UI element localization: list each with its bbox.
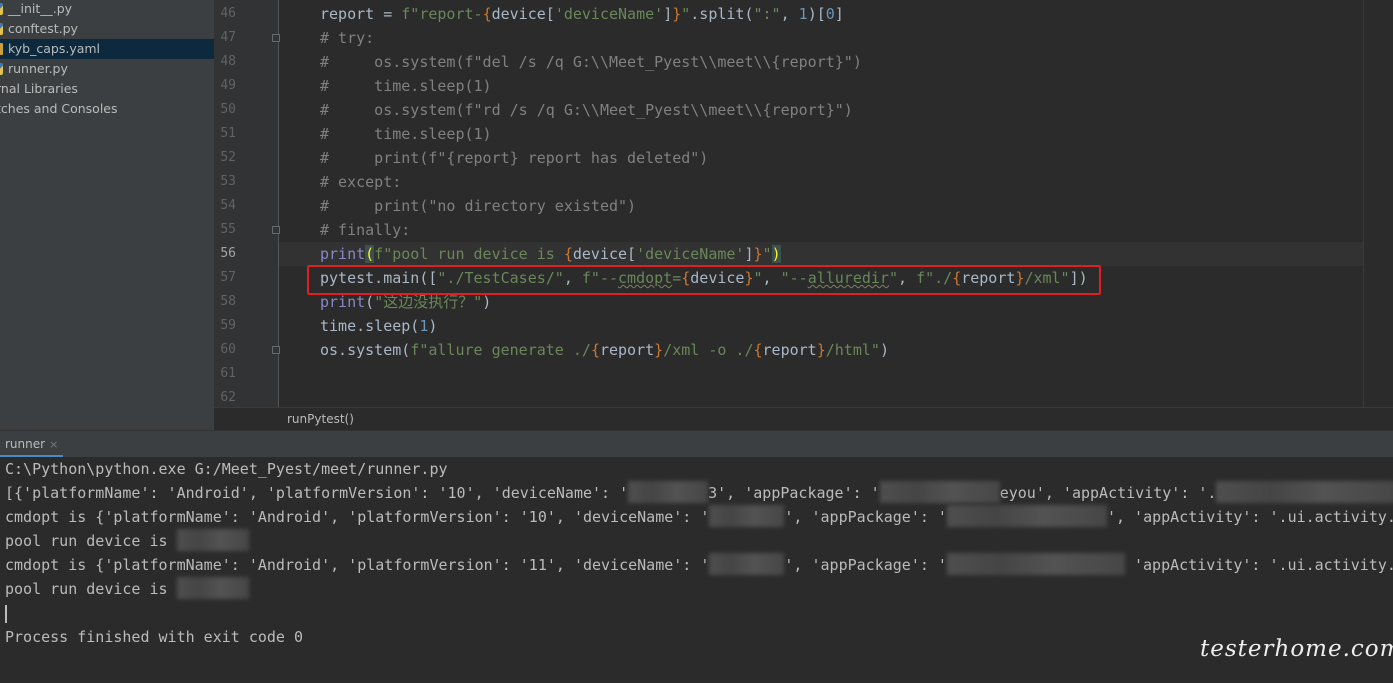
- tree-item-conftest[interactable]: conftest.py: [0, 19, 82, 39]
- code-editor[interactable]: report = f"report-{device['deviceName']}…: [279, 0, 1363, 407]
- close-icon[interactable]: ×: [49, 438, 58, 451]
- tree-item-init[interactable]: __init__.py: [0, 0, 76, 19]
- redacted-text: [946, 553, 1125, 575]
- line-number: 58: [220, 294, 236, 309]
- tree-item-kyb-caps[interactable]: kyb_caps.yaml: [0, 39, 214, 59]
- console-output-line: [{'platformName': 'Android', 'platformVe…: [5, 481, 1393, 505]
- code-line-53: # except:: [320, 173, 402, 191]
- console-exit-line: Process finished with exit code 0: [5, 628, 304, 646]
- line-number: 53: [220, 174, 236, 189]
- line-number: 55: [220, 222, 236, 237]
- run-console[interactable]: C:\Python\python.exe G:/Meet_Pyest/meet/…: [0, 457, 1393, 683]
- line-number: 51: [220, 126, 236, 141]
- python-file-icon: [0, 63, 3, 75]
- tab-label: runner: [5, 437, 46, 451]
- watermark: testerhome.com: [1200, 636, 1393, 662]
- code-line-50: # os.system(f"rd /s /q G:\\Meet_Pyest\\m…: [320, 101, 853, 119]
- project-tree-panel: __init__.py conftest.py kyb_caps.yaml ru…: [0, 0, 214, 430]
- tree-item-label: kyb_caps.yaml: [7, 41, 101, 56]
- tree-item-label: rnal Libraries: [0, 81, 78, 96]
- tree-item-label: tches and Consoles: [0, 101, 118, 116]
- redacted-text: [709, 553, 785, 575]
- line-number: 48: [220, 54, 236, 69]
- redacted-text: [176, 529, 249, 551]
- console-output-line: cmdopt is {'platformName': 'Android', 'p…: [5, 505, 1393, 529]
- code-line-56: print(f"pool run device is {device['devi…: [279, 242, 1363, 266]
- line-number-current: 56: [220, 246, 236, 261]
- code-line-60: os.system(f"allure generate ./{report}/x…: [320, 341, 889, 359]
- redacted-text: [709, 505, 785, 527]
- code-line-52: # print(f"{report} report has deleted"): [320, 149, 709, 167]
- console-output-line: pool run device is: [5, 529, 249, 553]
- redacted-text: [946, 505, 1107, 527]
- python-file-icon: [0, 23, 3, 35]
- code-line-46: report = f"report-{device['deviceName']}…: [320, 5, 844, 23]
- tree-item-label: conftest.py: [7, 21, 78, 36]
- line-number: 61: [220, 366, 236, 381]
- editor-scrollbar[interactable]: [1363, 0, 1393, 407]
- console-command-line: C:\Python\python.exe G:/Meet_Pyest/meet/…: [5, 460, 448, 478]
- tree-item-label: __init__.py: [7, 1, 73, 16]
- line-number: 54: [220, 198, 236, 213]
- code-line-55: # finally:: [320, 221, 411, 239]
- highlight-annotation-box: [307, 265, 1101, 295]
- yaml-file-icon: [0, 43, 3, 55]
- code-line-59: time.sleep(1): [320, 317, 438, 335]
- line-number: 52: [220, 150, 236, 165]
- line-number: 47: [220, 30, 236, 45]
- code-line-51: # time.sleep(1): [320, 125, 492, 143]
- code-line-54: # print("no directory existed"): [320, 197, 637, 215]
- tree-item-label: runner.py: [7, 61, 68, 76]
- line-number: 60: [220, 342, 236, 357]
- tree-item-scratches[interactable]: tches and Consoles: [0, 99, 122, 119]
- line-number: 49: [220, 78, 236, 93]
- breadcrumb-function[interactable]: runPytest(): [287, 408, 354, 431]
- python-file-icon: [0, 3, 3, 15]
- redacted-text: [879, 481, 1000, 503]
- tree-item-runner[interactable]: runner.py: [0, 59, 72, 79]
- editor-gutter[interactable]: 46 47 48 49 50 51 52 53 54 55 56 57 58 5…: [214, 0, 280, 407]
- text-caret: [5, 605, 7, 623]
- line-number: 57: [220, 270, 236, 285]
- console-output-line: cmdopt is {'platformName': 'Android', 'p…: [5, 553, 1393, 577]
- tab-runner[interactable]: runner ×: [0, 431, 64, 458]
- line-number: 46: [220, 6, 236, 21]
- line-number: 50: [220, 102, 236, 117]
- redacted-text: [176, 577, 249, 599]
- breadcrumb: runPytest(): [214, 407, 1393, 431]
- tree-item-external-libraries[interactable]: rnal Libraries: [0, 79, 82, 99]
- code-line-47: # try:: [320, 29, 375, 47]
- code-line-49: # time.sleep(1): [320, 77, 492, 95]
- code-line-48: # os.system(f"del /s /q G:\\Meet_Pyest\\…: [320, 53, 862, 71]
- redacted-text: [1216, 481, 1393, 503]
- redacted-text: [628, 481, 709, 503]
- run-tool-window-tabs: runner ×: [0, 430, 1393, 459]
- console-output-line: pool run device is: [5, 577, 249, 601]
- line-number: 59: [220, 318, 236, 333]
